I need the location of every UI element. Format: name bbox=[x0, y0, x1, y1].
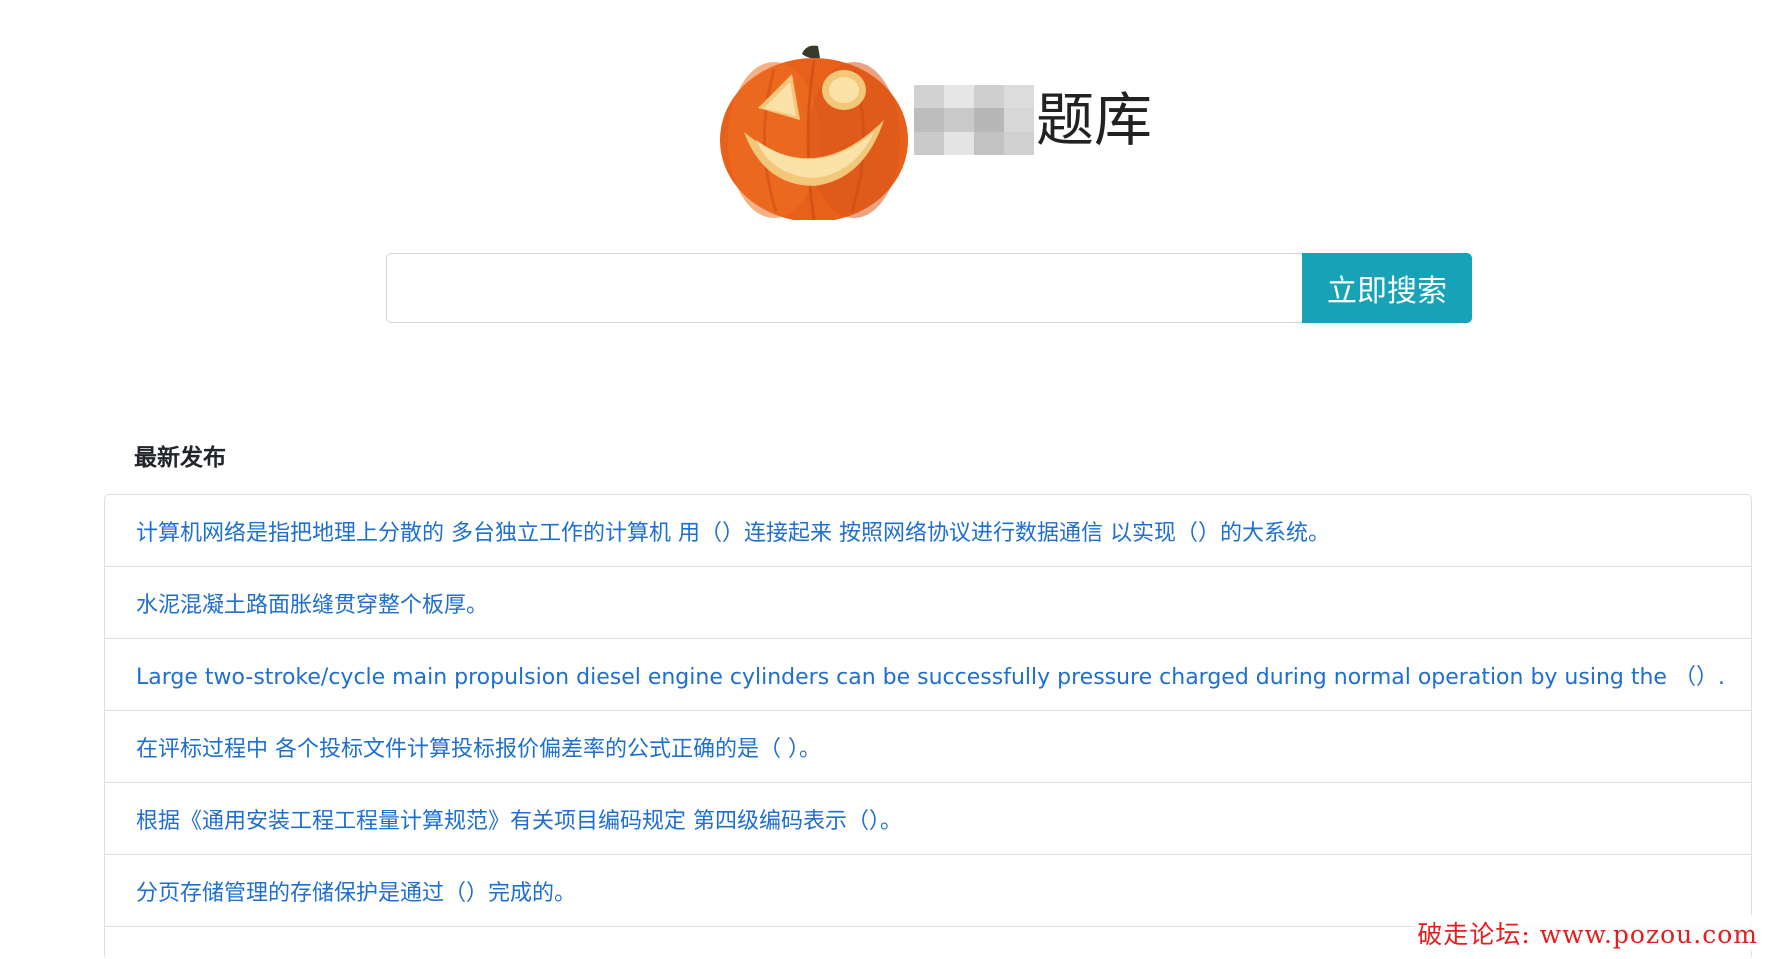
page: 题库 立即搜索 最新发布 计算机网络是指把地理上分散的 多台独立工作的计算机 用… bbox=[0, 0, 1784, 959]
search-input[interactable] bbox=[386, 253, 1302, 323]
site-header: 题库 bbox=[714, 40, 1154, 222]
site-name: 题库 bbox=[914, 80, 1152, 160]
question-link[interactable]: 计算机网络是指把地理上分散的 多台独立工作的计算机 用（）连接起来 按照网络协议… bbox=[136, 515, 1330, 547]
question-link[interactable]: 在评标过程中 各个投标文件计算投标报价偏差率的公式正确的是（ ）。 bbox=[136, 731, 821, 763]
question-link[interactable]: 根据《通用安装工程工程量计算规范》有关项目编码规定 第四级编码表示（）。 bbox=[136, 803, 902, 835]
list-item: 在评标过程中 各个投标文件计算投标报价偏差率的公式正确的是（ ）。 bbox=[105, 711, 1751, 783]
list-item: 水泥混凝土路面胀缝贯穿整个板厚。 bbox=[105, 567, 1751, 639]
search-button[interactable]: 立即搜索 bbox=[1302, 253, 1472, 323]
question-link[interactable]: 分页存储管理的存储保护是通过（）完成的。 bbox=[136, 875, 576, 907]
site-title: 题库 bbox=[1036, 86, 1153, 154]
list-item: Large two-stroke/cycle main propulsion d… bbox=[105, 639, 1751, 711]
watermark: 破走论坛: www.pozou.com bbox=[1415, 915, 1760, 951]
pumpkin-logo-icon[interactable] bbox=[714, 40, 914, 222]
list-item: 计算机网络是指把地理上分散的 多台独立工作的计算机 用（）连接起来 按照网络协议… bbox=[105, 495, 1751, 567]
search-bar: 立即搜索 bbox=[386, 253, 1472, 323]
question-link[interactable]: 水泥混凝土路面胀缝贯穿整个板厚。 bbox=[136, 587, 488, 619]
list-item: 根据《通用安装工程工程量计算规范》有关项目编码规定 第四级编码表示（）。 bbox=[105, 783, 1751, 855]
question-link[interactable]: Large two-stroke/cycle main propulsion d… bbox=[136, 659, 1725, 691]
redacted-site-name-mosaic bbox=[914, 85, 1034, 155]
latest-questions-list: 计算机网络是指把地理上分散的 多台独立工作的计算机 用（）连接起来 按照网络协议… bbox=[104, 494, 1752, 957]
latest-section-title: 最新发布 bbox=[134, 445, 226, 471]
